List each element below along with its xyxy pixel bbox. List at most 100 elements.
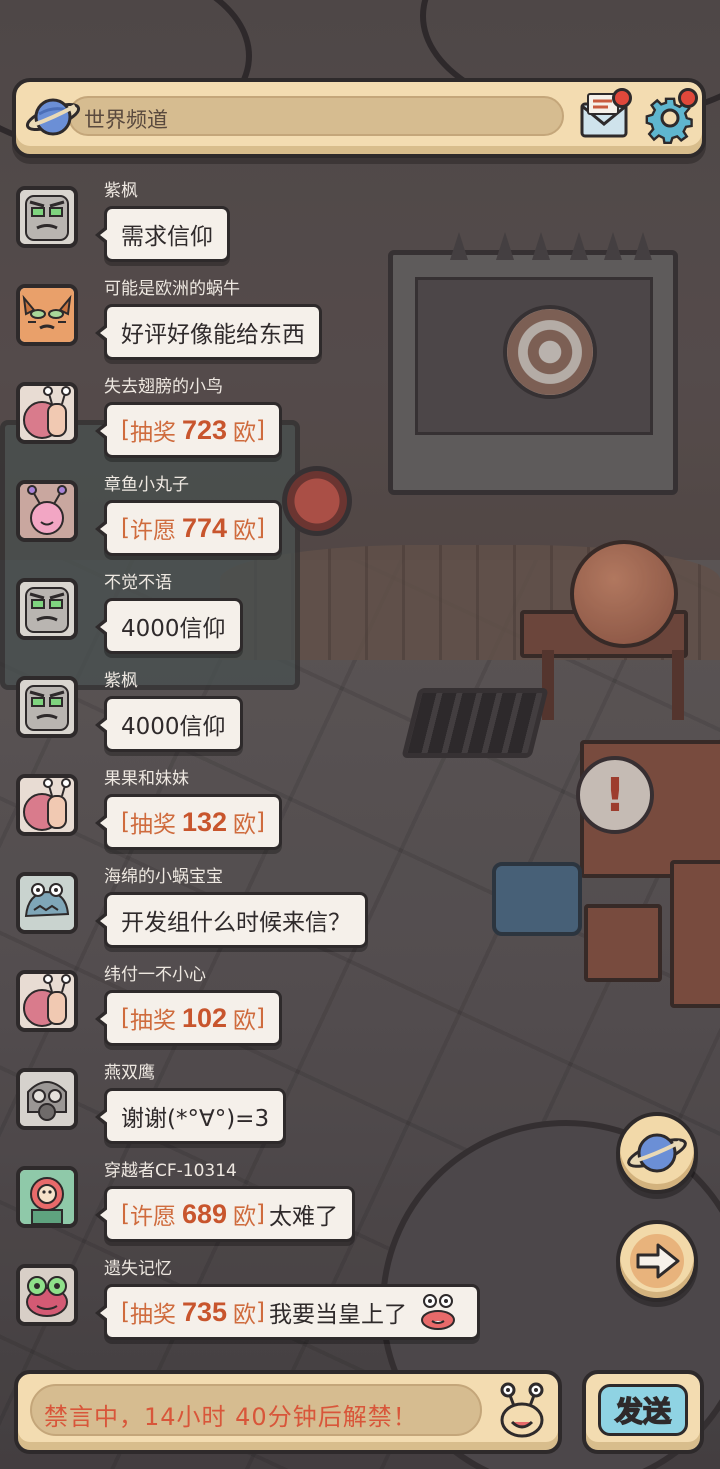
notification-dot bbox=[612, 88, 632, 108]
chat-message: 穿越者CF-10314 [许愿 689 欧] 太难了 bbox=[0, 1152, 720, 1250]
avatar[interactable] bbox=[16, 1166, 78, 1228]
notification-dot bbox=[678, 88, 698, 108]
next-button[interactable] bbox=[616, 1220, 698, 1302]
avatar[interactable] bbox=[16, 970, 78, 1032]
username[interactable]: 不觉不语 bbox=[104, 568, 172, 593]
lottery-amount: 132 bbox=[181, 806, 228, 837]
chat-input-bar: 禁言中，14小时 40分钟后解禁！ bbox=[14, 1370, 562, 1454]
lottery-action: 许愿 bbox=[129, 518, 176, 544]
avatar[interactable] bbox=[16, 284, 78, 346]
lottery-amount: 723 bbox=[181, 414, 228, 445]
lottery-action: 抽奖 bbox=[129, 1008, 176, 1034]
message-bubble: 开发组什么时候来信？ bbox=[95, 892, 368, 948]
chat-message: 不觉不语 4000信仰 bbox=[0, 564, 720, 662]
avatar[interactable] bbox=[16, 1264, 78, 1326]
message-bubble: 4000信仰 bbox=[95, 696, 243, 752]
bracket: [ bbox=[121, 1299, 130, 1325]
lottery-action: 抽奖 bbox=[129, 1302, 176, 1328]
lottery-amount: 774 bbox=[181, 512, 228, 543]
send-button[interactable]: 发送 bbox=[582, 1370, 704, 1454]
lottery-bubble[interactable]: [许愿 774 欧] bbox=[94, 500, 283, 556]
message-text: 谢谢(*°∀°)=3 bbox=[121, 1106, 270, 1132]
chat-message: 失去翅膀的小鸟 [抽奖 723 欧] bbox=[0, 368, 720, 466]
avatar[interactable] bbox=[16, 480, 78, 542]
chat-message: 紫枫 4000信仰 bbox=[0, 662, 720, 760]
username[interactable]: 果果和妹妹 bbox=[104, 764, 189, 789]
robot-face-icon bbox=[20, 190, 74, 244]
planet-icon bbox=[25, 98, 81, 136]
lottery-amount: 689 bbox=[181, 1198, 228, 1229]
avatar[interactable] bbox=[16, 1068, 78, 1130]
lottery-action: 许愿 bbox=[129, 1204, 176, 1230]
arrow-right-icon bbox=[636, 1243, 680, 1279]
username[interactable]: 纬付一不小心 bbox=[104, 960, 206, 985]
username[interactable]: 章鱼小丸子 bbox=[104, 470, 189, 495]
avatar[interactable] bbox=[16, 382, 78, 444]
bracket: ] bbox=[256, 809, 266, 835]
green-suit-icon bbox=[20, 1170, 74, 1224]
mute-status: 禁言中，14小时 40分钟后解禁！ bbox=[44, 1403, 418, 1431]
world-channel-button[interactable] bbox=[616, 1112, 698, 1194]
monster-face-icon bbox=[20, 876, 74, 930]
chat-message: 燕双鹰 谢谢(*°∀°)=3 bbox=[0, 1054, 720, 1152]
username[interactable]: 可能是欧洲的蜗牛 bbox=[104, 274, 240, 299]
username[interactable]: 失去翅膀的小鸟 bbox=[104, 372, 223, 397]
frog-icon bbox=[20, 1268, 74, 1322]
lottery-unit: 欧 bbox=[233, 812, 257, 838]
username[interactable]: 紫枫 bbox=[104, 176, 138, 201]
chat-message: 纬付一不小心 [抽奖 102 欧] bbox=[0, 956, 720, 1054]
lottery-unit: 欧 bbox=[233, 420, 257, 446]
bracket: [ bbox=[121, 809, 130, 835]
username[interactable]: 紫枫 bbox=[104, 666, 138, 691]
snail-icon bbox=[20, 386, 74, 440]
username[interactable]: 遗失记忆 bbox=[104, 1254, 172, 1279]
bracket: ] bbox=[256, 515, 266, 541]
chat-message: 可能是欧洲的蜗牛 好评好像能给东西 bbox=[0, 270, 720, 368]
crab-emoji-icon bbox=[421, 1294, 456, 1330]
avatar[interactable] bbox=[16, 676, 78, 738]
message-bubble: 需求信仰 bbox=[95, 206, 230, 262]
message-text: 开发组什么时候来信？ bbox=[121, 910, 351, 936]
username[interactable]: 燕双鹰 bbox=[104, 1058, 155, 1083]
planet-icon bbox=[627, 1133, 687, 1173]
message-bubble: 4000信仰 bbox=[95, 598, 243, 654]
lottery-bubble[interactable]: [许愿 689 欧] 太难了 bbox=[94, 1186, 356, 1242]
bracket: [ bbox=[121, 417, 130, 443]
message-text: 4000信仰 bbox=[121, 714, 226, 740]
lottery-bubble[interactable]: [抽奖 102 欧] bbox=[94, 990, 283, 1046]
lottery-amount: 102 bbox=[181, 1002, 228, 1033]
avatar[interactable] bbox=[16, 186, 78, 248]
avatar[interactable] bbox=[16, 872, 78, 934]
bracket: ] bbox=[256, 1299, 266, 1325]
bracket: [ bbox=[121, 1201, 130, 1227]
chat-message: 紫枫 需求信仰 bbox=[0, 172, 720, 270]
message-text: 太难了 bbox=[269, 1204, 339, 1230]
lottery-action: 抽奖 bbox=[129, 812, 176, 838]
lottery-unit: 欧 bbox=[233, 518, 257, 544]
avatar[interactable] bbox=[16, 774, 78, 836]
channel-header: 世界频道 bbox=[12, 78, 706, 158]
chat-message: 章鱼小丸子 [许愿 774 欧] bbox=[0, 466, 720, 564]
lottery-bubble[interactable]: [抽奖 723 欧] bbox=[94, 402, 283, 458]
message-text: 好评好像能给东西 bbox=[121, 322, 305, 348]
bracket: ] bbox=[256, 417, 266, 443]
channel-title: 世界频道 bbox=[84, 108, 168, 132]
username[interactable]: 海绵的小蜗宝宝 bbox=[104, 862, 223, 887]
lottery-bubble[interactable]: [抽奖 735 欧] 我要当皇上了 bbox=[94, 1284, 481, 1340]
cat-face-icon bbox=[20, 288, 74, 342]
snail-icon bbox=[20, 974, 74, 1028]
chat-message: 果果和妹妹 [抽奖 132 欧] bbox=[0, 760, 720, 858]
send-label: 发送 bbox=[598, 1384, 688, 1436]
message-text: 4000信仰 bbox=[121, 616, 226, 642]
lottery-unit: 欧 bbox=[233, 1204, 257, 1230]
lottery-amount: 735 bbox=[181, 1296, 228, 1327]
message-bubble: 谢谢(*°∀°)=3 bbox=[94, 1088, 287, 1144]
lottery-bubble[interactable]: [抽奖 132 欧] bbox=[94, 794, 283, 850]
bracket: ] bbox=[256, 1005, 266, 1031]
gas-mask-icon bbox=[20, 1072, 74, 1126]
message-text: 需求信仰 bbox=[121, 224, 213, 250]
chat-message: 海绵的小蜗宝宝 开发组什么时候来信？ bbox=[0, 858, 720, 956]
username[interactable]: 穿越者CF-10314 bbox=[104, 1156, 237, 1181]
snail-face-icon[interactable] bbox=[494, 1382, 550, 1440]
avatar[interactable] bbox=[16, 578, 78, 640]
